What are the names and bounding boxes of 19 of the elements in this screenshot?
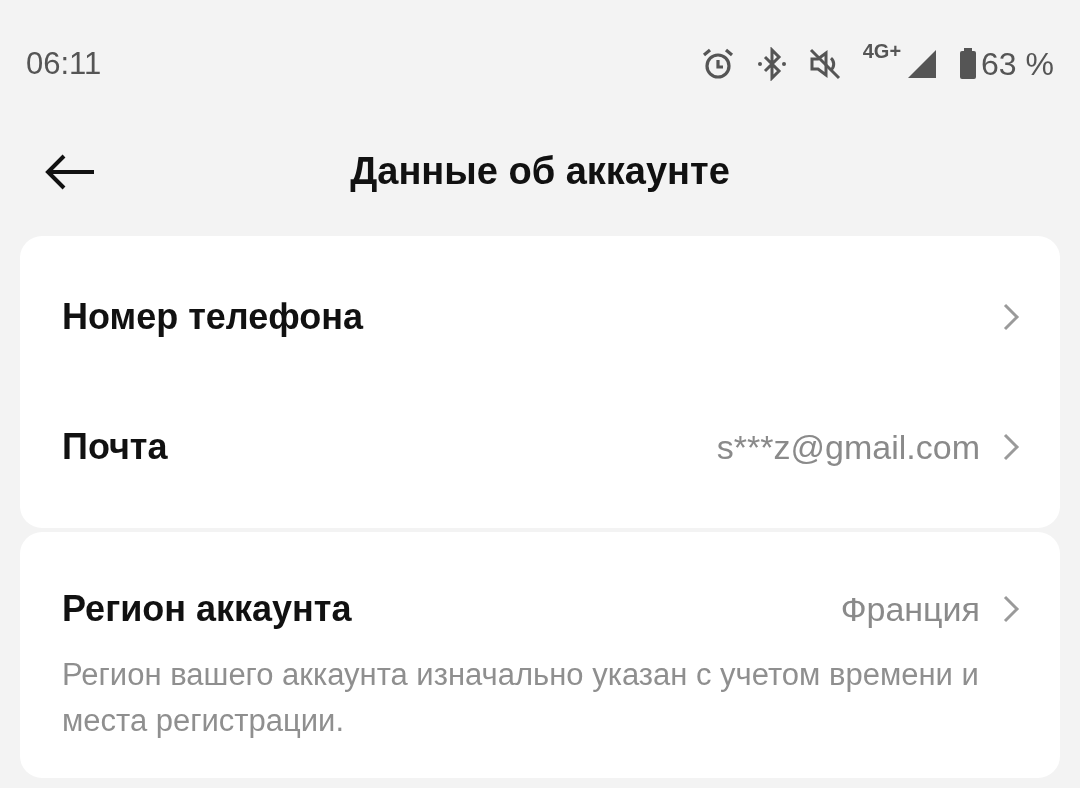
bluetooth-icon — [756, 47, 787, 81]
page-title: Данные об аккаунте — [350, 149, 730, 193]
mute-icon — [808, 48, 841, 80]
chevron-icon — [1002, 302, 1020, 332]
chevron-icon — [1002, 432, 1020, 462]
chevron-icon — [1002, 594, 1020, 624]
setting-label[interactable]: Регион аккаунта — [62, 588, 352, 630]
alarm-icon — [700, 47, 735, 81]
setting-label[interactable]: Почта — [62, 426, 168, 468]
battery-icon — [959, 48, 978, 80]
network-type: 4G+ — [862, 39, 902, 63]
setting-label[interactable]: Номер телефона — [62, 296, 363, 338]
status-time: 06:11 — [26, 46, 102, 82]
back-arrow-icon — [44, 154, 96, 190]
setting-value: Франция — [840, 589, 980, 629]
signal-icon — [907, 49, 938, 79]
setting-value: s***z@gmail.com — [716, 427, 980, 467]
region-note: Регион вашего аккаунта изначально указан с учетом времени и места регистрации. — [62, 656, 980, 740]
battery-percent: 63 % — [981, 45, 1054, 83]
